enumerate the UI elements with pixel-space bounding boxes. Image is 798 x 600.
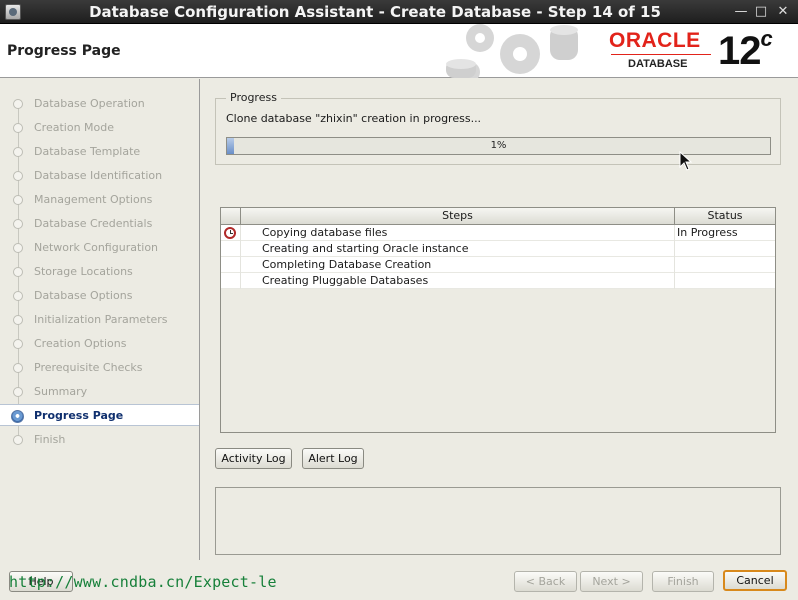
status-cell: In Progress	[677, 226, 738, 239]
version-suffix: c	[760, 26, 773, 51]
step-dot-icon	[13, 315, 23, 325]
close-button[interactable]: ✕	[774, 3, 792, 21]
sidebar-item-label: Storage Locations	[34, 265, 133, 278]
product-label: DATABASE	[628, 58, 688, 70]
sidebar-item-database-options[interactable]: Database Options	[0, 285, 199, 307]
sidebar-item-label: Database Identification	[34, 169, 163, 182]
row-icon-cell	[221, 273, 241, 289]
sidebar-item-database-operation[interactable]: Database Operation	[0, 93, 199, 115]
sidebar-item-finish[interactable]: Finish	[0, 429, 199, 451]
step-cell: Creating Pluggable Databases	[241, 273, 675, 289]
step-dot-icon	[13, 147, 23, 157]
step-dot-icon	[13, 243, 23, 253]
sidebar-item-initialization-parameters[interactable]: Initialization Parameters	[0, 309, 199, 331]
sidebar-item-label: Database Credentials	[34, 217, 153, 230]
sidebar-item-progress-page[interactable]: Progress Page	[0, 404, 199, 426]
sidebar-item-label: Network Configuration	[34, 241, 159, 254]
sidebar-item-network-configuration[interactable]: Network Configuration	[0, 237, 199, 259]
step-dot-icon	[13, 99, 23, 109]
progress-group: Progress Clone database "zhixin" creatio…	[215, 91, 781, 165]
title-bar: Database Configuration Assistant - Creat…	[0, 0, 798, 24]
sidebar-item-label: Management Options	[34, 193, 153, 206]
steps-table: Steps Status Copying database files In P…	[220, 207, 776, 433]
status-cell	[675, 241, 775, 257]
step-cell: Creating and starting Oracle instance	[241, 241, 675, 257]
sidebar-item-creation-mode[interactable]: Creation Mode	[0, 117, 199, 139]
sidebar-item-label: Summary	[34, 385, 88, 398]
table-header: Steps Status	[221, 208, 775, 225]
step-dot-icon	[13, 123, 23, 133]
status-cell	[675, 257, 775, 273]
sidebar-item-database-template[interactable]: Database Template	[0, 141, 199, 163]
maximize-button[interactable]: □	[752, 3, 770, 21]
step-dot-icon	[13, 435, 23, 445]
sidebar-item-label: Progress Page	[34, 409, 124, 422]
step-dot-icon	[13, 291, 23, 301]
steps-column-header[interactable]: Steps	[241, 208, 675, 224]
sidebar-item-label: Creation Options	[34, 337, 127, 350]
table-row[interactable]: Completing Database Creation	[221, 257, 775, 273]
step-dot-icon	[13, 195, 23, 205]
sidebar-item-label: Database Template	[34, 145, 141, 158]
step-dot-icon	[13, 267, 23, 277]
status-cell	[675, 273, 775, 289]
row-icon-cell	[221, 257, 241, 273]
sidebar-item-prerequisite-checks[interactable]: Prerequisite Checks	[0, 357, 199, 379]
minimize-button[interactable]: —	[732, 3, 750, 21]
step-dot-icon	[13, 171, 23, 181]
table-row[interactable]: Creating and starting Oracle instance	[221, 241, 775, 257]
row-icon-cell	[221, 225, 241, 241]
sidebar-item-label: Database Operation	[34, 97, 145, 110]
row-icon-cell	[221, 241, 241, 257]
version-badge: 12c	[718, 26, 773, 74]
sidebar-item-label: Prerequisite Checks	[34, 361, 143, 374]
sidebar-item-management-options[interactable]: Management Options	[0, 189, 199, 211]
finish-button[interactable]: Finish	[652, 571, 714, 592]
details-panel	[215, 487, 781, 555]
next-button[interactable]: Next >	[580, 571, 643, 592]
status-column-header[interactable]: Status	[675, 208, 775, 224]
icon-column-header	[221, 208, 241, 224]
page-title: Progress Page	[7, 43, 121, 59]
table-row[interactable]: Copying database files In Progress	[221, 225, 775, 241]
step-cell: Completing Database Creation	[241, 257, 675, 273]
version-number: 12	[718, 29, 761, 73]
step-dot-icon	[13, 339, 23, 349]
cancel-button[interactable]: Cancel	[723, 570, 787, 591]
mouse-cursor-icon	[679, 151, 693, 171]
sidebar-item-storage-locations[interactable]: Storage Locations	[0, 261, 199, 283]
watermark-text: http://www.cndba.cn/Expect-le	[9, 573, 277, 591]
oracle-logo: ORACLE	[609, 29, 701, 52]
sidebar-item-database-identification[interactable]: Database Identification	[0, 165, 199, 187]
activity-log-button[interactable]: Activity Log	[215, 448, 292, 469]
step-dot-icon	[13, 219, 23, 229]
step-cell: Copying database files	[241, 225, 675, 241]
alert-log-button[interactable]: Alert Log	[302, 448, 364, 469]
sidebar-item-creation-options[interactable]: Creation Options	[0, 333, 199, 355]
header-banner: Progress Page ORACLE DATABASE 12c	[0, 24, 798, 78]
sidebar-item-label: Creation Mode	[34, 121, 115, 134]
progress-message: Clone database "zhixin" creation in prog…	[226, 112, 482, 125]
step-dot-icon	[13, 363, 23, 373]
logo-rule	[611, 54, 711, 55]
sidebar-item-summary[interactable]: Summary	[0, 381, 199, 403]
wizard-steps-sidebar: Database Operation Creation Mode Databas…	[0, 79, 200, 560]
sidebar-item-label: Database Options	[34, 289, 133, 302]
sidebar-item-label: Initialization Parameters	[34, 313, 168, 326]
window-title: Database Configuration Assistant - Creat…	[89, 3, 661, 21]
progress-group-title: Progress	[226, 91, 281, 104]
table-row[interactable]: Creating Pluggable Databases	[221, 273, 775, 289]
sidebar-item-database-credentials[interactable]: Database Credentials	[0, 213, 199, 235]
gears-graphic	[446, 24, 578, 78]
back-button[interactable]: < Back	[514, 571, 577, 592]
step-dot-icon	[13, 387, 23, 397]
sidebar-item-label: Finish	[34, 433, 66, 446]
current-step-icon	[11, 410, 24, 423]
clock-icon	[224, 227, 236, 239]
